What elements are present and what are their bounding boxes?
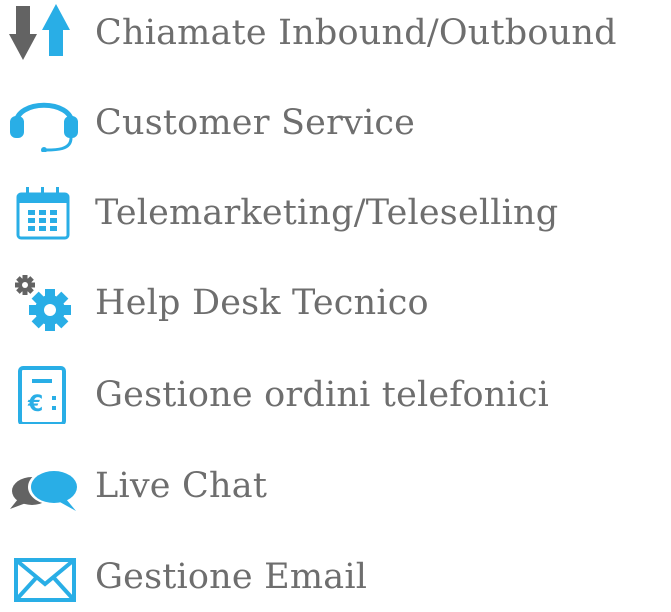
service-label: Chiamate Inbound/Outbound — [95, 13, 617, 53]
gears-icon — [6, 274, 84, 332]
chat-bubbles-icon — [6, 457, 84, 515]
envelope-icon — [6, 548, 84, 606]
service-label: Live Chat — [95, 466, 268, 506]
service-label: Customer Service — [95, 103, 416, 143]
inbound-outbound-arrows-icon — [6, 4, 84, 62]
service-item-telemarketing: Telemarketing/Teleselling — [0, 178, 671, 248]
calendar-icon — [6, 184, 84, 242]
euro-receipt-icon: € — [6, 366, 84, 424]
service-label: Help Desk Tecnico — [95, 283, 429, 323]
service-item-inbound-outbound: Chiamate Inbound/Outbound — [0, 0, 671, 68]
service-item-live-chat: Live Chat — [0, 451, 671, 521]
svg-text:€: € — [27, 392, 43, 417]
service-item-help-desk: Help Desk Tecnico — [0, 268, 671, 338]
service-item-email: Gestione Email — [0, 542, 671, 612]
service-item-customer-service: Customer Service — [0, 88, 671, 158]
service-item-ordini-telefonici: € Gestione ordini telefonici — [0, 360, 671, 430]
headset-icon — [6, 94, 84, 152]
service-label: Telemarketing/Teleselling — [95, 193, 559, 233]
service-label: Gestione ordini telefonici — [95, 375, 550, 415]
service-label: Gestione Email — [95, 557, 368, 597]
service-list: Chiamate Inbound/Outbound Customer Servi… — [0, 0, 671, 602]
